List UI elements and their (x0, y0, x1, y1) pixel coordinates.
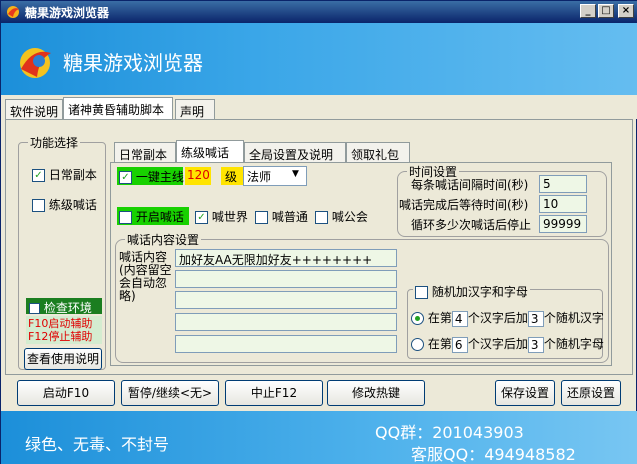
random-radio-2[interactable] (411, 338, 424, 351)
tab-script[interactable]: 诸神黄昏辅助脚本 (63, 97, 173, 121)
shout-line-4[interactable] (175, 313, 397, 331)
open-shout-label: 开启喊话 (135, 210, 184, 224)
level-shout-checkbox[interactable]: 练级喊话 (32, 196, 97, 213)
inner-tab-global[interactable]: 全局设置及说明 (244, 142, 346, 164)
level-value[interactable]: 120 (185, 167, 211, 185)
random-radio-1[interactable] (411, 312, 424, 325)
opt2-n-input[interactable]: 6 (451, 336, 468, 353)
tab-statement[interactable]: 声明 (175, 99, 215, 121)
level-shout-checkbox-label: 练级喊话 (48, 198, 97, 212)
start-button[interactable]: 启动F10 (17, 380, 115, 406)
inner-tab-level-shout[interactable]: 练级喊话 (176, 140, 244, 164)
shout-guild-option[interactable]: 喊公会 (315, 208, 368, 225)
shout-normal-checkbox[interactable] (255, 211, 268, 224)
random-option-1[interactable]: 在第 4 个汉字后加 3 个随机汉字 (411, 309, 604, 327)
opt2-text-a: 在第 (427, 337, 452, 351)
shout-line-5[interactable] (175, 335, 397, 353)
hotkey-hint: F10启动辅助 F12停止辅助 (26, 316, 102, 344)
daily-checkbox-label: 日常副本 (48, 168, 97, 182)
class-select[interactable]: 法师 ▼ (243, 166, 307, 186)
close-button[interactable]: × (618, 4, 634, 18)
app-title: 糖果游戏浏览器 (63, 51, 203, 75)
view-manual-button[interactable]: 查看使用说明 (24, 348, 102, 370)
check-env-checkbox[interactable] (29, 303, 40, 314)
level-shout-panel: ✓ 一键主线 120 级 法师 ▼ 开启喊话 ✓ 喊世界 喊普通 喊公会 时间设… (110, 162, 612, 366)
restore-button[interactable]: 还原设置 (561, 380, 621, 406)
stop-button[interactable]: 中止F12 (225, 380, 323, 406)
qq-group: QQ群：201043903 (375, 423, 524, 442)
shout-content-title: 喊话内容设置 (125, 231, 202, 248)
maximize-button[interactable]: □ (598, 4, 614, 18)
level-shout-checkbox-box[interactable] (32, 199, 45, 212)
top-tab-bar: 软件说明 诸神黄昏辅助脚本 声明 (1, 95, 637, 121)
save-button[interactable]: 保存设置 (495, 380, 555, 406)
hint-start: F10启动辅助 (28, 317, 93, 330)
wait-input[interactable]: 10 (539, 195, 587, 213)
shout-world-label: 喊世界 (211, 210, 248, 224)
shout-normal-label: 喊普通 (271, 210, 308, 224)
footer-banner: 绿色、无毒、不封号 QQ群：201043903 客服QQ：494948582 (1, 411, 637, 464)
qq-service: 客服QQ：494948582 (411, 445, 576, 464)
app-icon (5, 4, 21, 20)
shout-line-3[interactable] (175, 291, 397, 309)
wait-label: 喊话完成后等待时间(秒) (399, 198, 529, 212)
level-label: 级 (221, 167, 243, 185)
one-key-checkbox[interactable]: ✓ (119, 171, 132, 184)
shout-line-2[interactable] (175, 270, 397, 288)
opt2-text-c: 个随机字母 (543, 337, 604, 351)
interval-input[interactable]: 5 (539, 175, 587, 193)
check-env-row[interactable]: 检查环境 (26, 298, 102, 315)
minimize-button[interactable]: _ (580, 4, 596, 18)
opt1-m-input[interactable]: 3 (527, 310, 544, 327)
candy-logo-icon (15, 43, 55, 83)
random-checkbox[interactable] (415, 286, 428, 299)
opt2-m-input[interactable]: 3 (527, 336, 544, 353)
chevron-down-icon[interactable]: ▼ (292, 169, 299, 179)
opt1-text-c: 个随机汉字 (543, 311, 604, 325)
open-shout-checkbox[interactable] (119, 211, 132, 224)
title-bar[interactable]: 糖果游戏浏览器 _ □ × (1, 1, 637, 23)
loop-input[interactable]: 99999 (539, 215, 587, 233)
opt1-text-b: 个汉字后加 (467, 311, 528, 325)
shout-normal-option[interactable]: 喊普通 (255, 208, 308, 225)
check-env-label: 检查环境 (43, 301, 92, 315)
pause-button[interactable]: 暂停/继续<无> (121, 380, 219, 406)
random-title-row[interactable]: 随机加汉字和字母 (413, 283, 530, 300)
footer-slogan: 绿色、无毒、不封号 (25, 435, 170, 454)
window-title: 糖果游戏浏览器 (25, 6, 110, 20)
random-option-2[interactable]: 在第 6 个汉字后加 3 个随机字母 (411, 335, 604, 353)
opt1-text-a: 在第 (427, 311, 452, 325)
script-panel: 功能选择 ✓ 日常副本 练级喊话 检查环境 F10启动辅助 F12停止辅助 查看… (5, 119, 633, 375)
shout-guild-checkbox[interactable] (315, 211, 328, 224)
class-select-value: 法师 (247, 170, 272, 184)
inner-tab-daily[interactable]: 日常副本 (114, 142, 176, 164)
shout-world-option[interactable]: ✓ 喊世界 (195, 208, 248, 225)
inner-tab-gift[interactable]: 领取礼包 (346, 142, 410, 164)
shout-guild-label: 喊公会 (331, 210, 368, 224)
open-shout-row[interactable]: 开启喊话 (117, 207, 189, 225)
function-select-title: 功能选择 (28, 134, 81, 151)
opt2-text-b: 个汉字后加 (467, 337, 528, 351)
daily-checkbox[interactable]: ✓ 日常副本 (32, 166, 97, 183)
interval-label: 每条喊话间隔时间(秒) (411, 178, 529, 192)
one-key-row[interactable]: ✓ 一键主线 (117, 167, 184, 185)
app-window: 糖果游戏浏览器 _ □ × 糖果游戏浏览器 软件说明 诸神黄昏辅助脚本 声明 功… (0, 0, 637, 464)
hotkey-button[interactable]: 修改热键 (327, 380, 425, 406)
header-banner: 糖果游戏浏览器 (1, 23, 637, 95)
one-key-label: 一键主线 (135, 170, 184, 184)
daily-checkbox-box[interactable]: ✓ (32, 169, 45, 182)
shout-world-checkbox[interactable]: ✓ (195, 211, 208, 224)
shout-content-label: 喊话内容(内容留空会自动忽略) (119, 250, 172, 303)
random-title: 随机加汉字和字母 (431, 285, 528, 299)
tab-readme[interactable]: 软件说明 (5, 99, 63, 121)
shout-line-1[interactable]: 加好友AA无限加好友++++++++ (175, 249, 397, 267)
loop-label: 循环多少次喊话后停止 (411, 218, 532, 232)
hint-stop: F12停止辅助 (28, 330, 93, 343)
opt1-n-input[interactable]: 4 (451, 310, 468, 327)
